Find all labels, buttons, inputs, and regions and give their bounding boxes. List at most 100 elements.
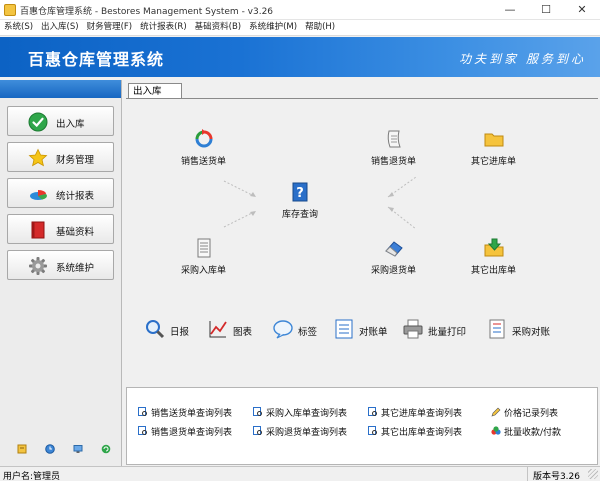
star-icon	[28, 148, 48, 167]
banner: 百惠仓库管理系统 功夫到家 服务到心	[0, 37, 600, 77]
sidebar-item-finance[interactable]: 财务管理	[7, 142, 114, 172]
document-icon	[197, 238, 210, 258]
sidebar-item-reports[interactable]: 统计报表	[7, 178, 114, 208]
pie-chart-icon	[30, 190, 47, 200]
other-out-note[interactable]: 其它出库单	[471, 237, 516, 276]
sidebar-item-maintenance[interactable]: 系统维护	[7, 250, 114, 280]
query-icon	[253, 426, 262, 435]
menu-help[interactable]: 帮助(H)	[301, 20, 339, 36]
other-out-label: 其它出库单	[471, 266, 517, 276]
document-lines-icon	[489, 319, 505, 339]
quick-list-label: 其它出库单查询列表	[381, 428, 463, 438]
gear-icon	[29, 257, 47, 275]
printer-icon	[403, 319, 423, 339]
inventory-query-label: 库存查询	[282, 210, 319, 220]
other-in-label: 其它进库单	[471, 157, 517, 167]
coins-icon	[491, 426, 501, 435]
close-button[interactable]: ✕	[564, 0, 600, 20]
tab-stock-io[interactable]: 出入库	[128, 83, 182, 99]
folder-icon	[484, 133, 503, 147]
sidebar-item-label: 出入库	[56, 119, 85, 130]
folder-arrow-icon	[484, 238, 503, 257]
menu-system[interactable]: 系统(S)	[0, 20, 37, 36]
status-version: 版本号3.26	[532, 472, 580, 481]
clock-icon[interactable]	[45, 444, 55, 454]
quick-list-panel: 销售送货单查询列表 采购入库单查询列表 其它进库单查询列表 价格记录列表 销售退…	[126, 387, 598, 465]
batch-print-tool[interactable]: 批量打印	[402, 318, 478, 340]
quick-list-label: 价格记录列表	[504, 409, 559, 419]
purchase-reconcile-tool[interactable]: 采购对账	[486, 318, 564, 340]
sales-delivery-note[interactable]: 销售送货单	[181, 128, 226, 167]
sidebar-item-base-data[interactable]: 基础资料	[7, 214, 114, 244]
purchase-return-query-list[interactable]: 采购退货单查询列表	[253, 425, 365, 438]
window-title: 百惠仓库管理系统 - Bestores Management System - …	[20, 7, 274, 17]
resize-grip[interactable]	[588, 469, 598, 479]
svg-text:?: ?	[296, 186, 304, 201]
main-area: 出入库 销售送货单 销售退货单 其它进库单 ? 库存查询 采购入库单 采购退货单…	[124, 80, 600, 466]
menu-bar: 系统(S) 出入库(S) 财务管理(F) 统计报表(R) 基础资料(B) 系统维护(M) 帮…	[0, 20, 600, 36]
tool-label: 标签	[298, 327, 318, 338]
monitor-icon[interactable]	[73, 444, 83, 454]
sidebar-item-label: 基础资料	[56, 227, 95, 238]
magnifier-icon	[146, 320, 165, 339]
sidebar-header	[0, 80, 121, 98]
sales-delivery-label: 销售送货单	[181, 157, 227, 167]
other-out-query-list[interactable]: 其它出库单查询列表	[368, 425, 480, 438]
menu-maintenance[interactable]: 系统维护(M)	[245, 20, 301, 36]
title-bar: 百惠仓库管理系统 - Bestores Management System - …	[0, 0, 600, 20]
quick-list-label: 销售退货单查询列表	[151, 428, 233, 438]
sidebar-item-label: 系统维护	[56, 263, 95, 274]
sales-return-query-list[interactable]: 销售退货单查询列表	[138, 425, 250, 438]
tool-label: 采购对账	[512, 327, 551, 338]
purchase-return-label: 采购退货单	[371, 266, 417, 276]
sidebar-item-label: 统计报表	[56, 191, 95, 202]
tool-label: 对账单	[359, 327, 388, 338]
system-name: 百惠仓库管理系统	[28, 50, 165, 69]
batch-payment-list[interactable]: 批量收款/付款	[491, 425, 585, 438]
book-icon	[31, 221, 45, 239]
query-icon	[138, 407, 147, 416]
status-divider	[527, 467, 528, 481]
line-chart-icon	[209, 321, 227, 338]
price-record-list[interactable]: 价格记录列表	[491, 406, 581, 419]
table-document-icon	[335, 319, 353, 339]
quick-list-label: 其它进库单查询列表	[381, 409, 463, 419]
recycle-arrows-icon	[195, 129, 212, 148]
menu-reports[interactable]: 统计报表(R)	[136, 20, 191, 36]
tool-label: 图表	[233, 327, 253, 338]
menu-stock-io[interactable]: 出入库(S)	[37, 20, 83, 36]
purchase-in-note[interactable]: 采购入库单	[181, 237, 226, 276]
sales-delivery-query-list[interactable]: 销售送货单查询列表	[138, 406, 250, 419]
sidebar-item-label: 财务管理	[56, 155, 95, 166]
quick-list-label: 销售送货单查询列表	[151, 409, 233, 419]
other-in-note[interactable]: 其它进库单	[471, 128, 516, 167]
purchase-in-query-list[interactable]: 采购入库单查询列表	[253, 406, 365, 419]
menu-base-data[interactable]: 基础资料(B)	[191, 20, 245, 36]
refresh-icon[interactable]	[101, 444, 111, 454]
scroll-icon	[387, 130, 401, 148]
tool-label: 批量打印	[428, 327, 467, 338]
eraser-icon	[384, 241, 403, 257]
maximize-button[interactable]: ☐	[528, 0, 564, 20]
tool-label: 日报	[170, 327, 190, 338]
other-in-query-list[interactable]: 其它进库单查询列表	[368, 406, 480, 419]
sidebar-item-stock-io[interactable]: 出入库	[7, 106, 114, 136]
label-tool[interactable]: 标签	[272, 318, 332, 340]
query-icon	[368, 407, 377, 416]
chart-tool[interactable]: 图表	[207, 318, 267, 340]
inventory-query[interactable]: ? 库存查询	[282, 181, 318, 220]
slogan: 功夫到家 服务到心	[459, 52, 586, 66]
query-icon	[138, 426, 147, 435]
menu-finance[interactable]: 财务管理(F)	[83, 20, 137, 36]
notepad-icon[interactable]	[17, 444, 27, 454]
purchase-return-note[interactable]: 采购退货单	[371, 237, 416, 276]
daily-report-tool[interactable]: 日报	[144, 318, 204, 340]
sidebar: 出入库 财务管理 统计报表 基础资料 系统维护	[0, 80, 122, 466]
sales-return-label: 销售退货单	[371, 157, 417, 167]
sales-return-note[interactable]: 销售退货单	[371, 128, 416, 167]
app-icon	[4, 4, 16, 16]
minimize-button[interactable]: —	[492, 0, 528, 20]
statement-tool[interactable]: 对账单	[333, 318, 395, 340]
stock-io-panel: 销售送货单 销售退货单 其它进库单 ? 库存查询 采购入库单 采购退货单 其它出…	[126, 98, 598, 384]
help-book-icon: ?	[292, 182, 308, 202]
